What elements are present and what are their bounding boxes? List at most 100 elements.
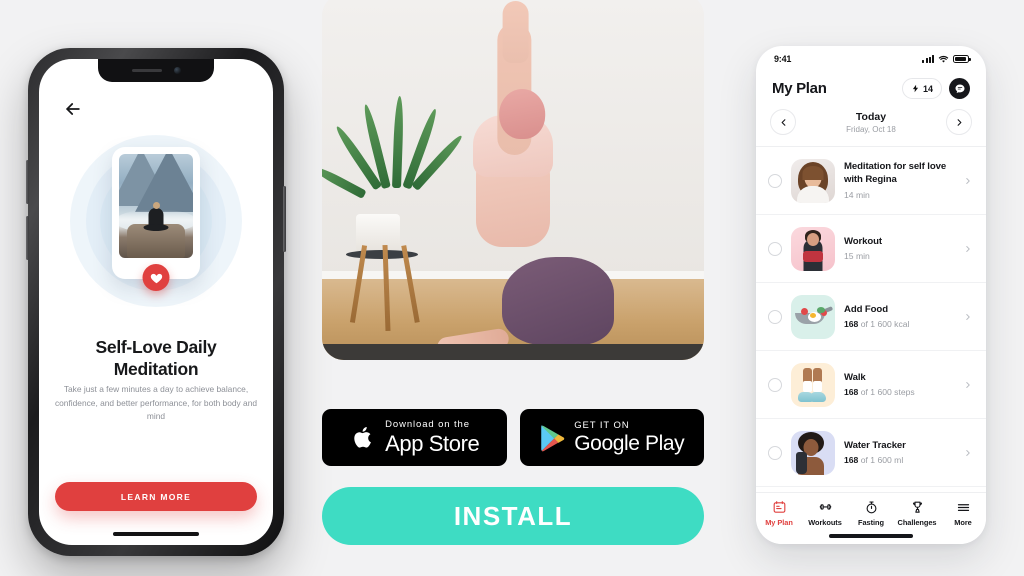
streak-badge[interactable]: 14 <box>901 78 942 99</box>
meditation-photo <box>119 154 193 258</box>
power-button[interactable] <box>283 186 286 252</box>
signal-bars-icon <box>922 55 934 63</box>
list-item[interactable]: Add Food 168 of 1 600 kcal <box>756 283 986 351</box>
google-play-badge[interactable]: GET IT ON Google Play <box>519 409 704 466</box>
tab-workouts[interactable]: Workouts <box>802 500 848 527</box>
google-play-logo-icon <box>541 424 565 451</box>
tab-label: Challenges <box>897 518 937 527</box>
item-title: Meditation for self love with Regina <box>844 161 947 185</box>
volume-up-button[interactable] <box>26 160 29 204</box>
item-thumbnail <box>791 430 835 475</box>
chevron-right-icon[interactable] <box>963 312 973 322</box>
speaker-grille-icon <box>131 68 162 73</box>
back-arrow-icon[interactable] <box>63 99 83 119</box>
page-subtitle: Take just a few minutes a day to achieve… <box>54 384 258 422</box>
timer-icon <box>866 501 876 514</box>
store-badges-row: Download on the App Store GET IT ON Goog… <box>322 409 704 466</box>
app-store-small-label: Download on the <box>385 419 470 431</box>
trophy-icon <box>912 501 922 513</box>
list-item[interactable]: Workout 15 min <box>756 215 986 283</box>
chevron-right-icon[interactable] <box>963 448 973 458</box>
install-button[interactable]: INSTALL <box>322 487 704 545</box>
tab-challenges[interactable]: Challenges <box>894 500 940 527</box>
chevron-left-icon[interactable] <box>770 109 796 135</box>
item-meta: 168 of 1 600 ml <box>844 455 954 465</box>
item-meta-rest: of 1 600 kcal <box>858 319 910 330</box>
volume-down-button[interactable] <box>26 216 29 260</box>
list-item[interactable]: Water Tracker 168 of 1 600 ml <box>756 419 986 487</box>
item-title: Water Tracker <box>844 439 906 451</box>
page-title: Self-Love Daily Meditation <box>95 337 217 379</box>
item-checkbox[interactable] <box>768 377 782 392</box>
date-full: Friday, Oct 18 <box>846 124 896 134</box>
chevron-right-icon[interactable] <box>963 380 973 390</box>
item-meta: 14 min <box>844 190 954 200</box>
app-store-big-label: App Store <box>385 430 480 456</box>
item-checkbox[interactable] <box>768 309 782 324</box>
battery-icon <box>953 55 971 63</box>
tab-label: My Plan <box>765 518 793 527</box>
item-thumbnail <box>791 362 835 407</box>
hero-yoga-photo <box>322 0 704 360</box>
status-bar: 9:41 <box>756 46 986 72</box>
left-phone-mockup: Self-Love Daily Meditation Take just a f… <box>26 48 286 556</box>
chevron-right-icon[interactable] <box>963 244 973 254</box>
list-item[interactable]: Walk 168 of 1 600 steps <box>756 351 986 419</box>
dumbbell-icon <box>819 504 831 510</box>
tab-label: Workouts <box>808 518 842 527</box>
chat-bubble-icon[interactable] <box>949 78 970 99</box>
date-navigation: Today Friday, Oct 18 <box>756 109 986 147</box>
item-meta: 15 min <box>844 251 954 261</box>
heart-icon[interactable] <box>142 264 170 291</box>
date-label: Today <box>855 110 887 123</box>
item-meta-rest: of 1 600 steps <box>858 387 915 398</box>
item-meta: 168 of 1 600 steps <box>844 387 954 397</box>
tab-label: More <box>954 518 972 527</box>
wifi-icon <box>938 55 949 63</box>
item-meta-rest: 14 min <box>844 189 870 200</box>
tab-my-plan[interactable]: My Plan <box>756 500 802 527</box>
item-meta-value: 168 <box>844 319 859 330</box>
plan-list: Meditation for self love with Regina 14 … <box>756 147 986 487</box>
app-title: My Plan <box>772 80 827 97</box>
home-indicator <box>829 534 913 538</box>
chevron-right-icon[interactable] <box>963 176 973 186</box>
tab-more[interactable]: More <box>940 500 986 527</box>
home-indicator <box>113 532 199 536</box>
lightning-bolt-icon <box>912 84 919 93</box>
app-header: My Plan 14 <box>756 72 986 109</box>
center-column: Download on the App Store GET IT ON Goog… <box>322 0 704 576</box>
front-camera-icon <box>173 67 181 74</box>
item-thumbnail <box>791 294 835 339</box>
meditation-card[interactable] <box>112 147 200 291</box>
chevron-right-icon[interactable] <box>946 109 972 135</box>
item-thumbnail <box>791 158 835 203</box>
item-meta-value: 168 <box>844 455 859 466</box>
my-plan-icon <box>773 501 785 513</box>
item-meta-value: 168 <box>844 387 859 398</box>
google-play-big-label: Google Play <box>574 432 685 456</box>
tab-label: Fasting <box>858 518 884 527</box>
phone-notch <box>98 59 214 82</box>
status-time: 9:41 <box>774 54 792 64</box>
left-phone-screen: Self-Love Daily Meditation Take just a f… <box>39 59 273 545</box>
item-checkbox[interactable] <box>768 445 782 460</box>
item-title: Walk <box>844 371 866 383</box>
item-title: Add Food <box>844 303 888 315</box>
item-meta-rest: 15 min <box>844 251 870 262</box>
hamburger-icon <box>957 504 969 511</box>
app-store-badge[interactable]: Download on the App Store <box>322 409 507 466</box>
item-title: Workout <box>844 235 883 247</box>
right-phone-mockup: 9:41 My Plan 14 Today Friday, Oct 18 Med… <box>756 46 986 544</box>
item-meta: 168 of 1 600 kcal <box>844 319 954 329</box>
item-checkbox[interactable] <box>768 241 782 256</box>
list-item[interactable]: Meditation for self love with Regina 14 … <box>756 147 986 215</box>
learn-more-button[interactable]: LEARN MORE <box>55 482 257 511</box>
item-thumbnail <box>791 226 835 271</box>
tab-fasting[interactable]: Fasting <box>848 500 894 527</box>
item-checkbox[interactable] <box>768 173 782 188</box>
apple-logo-icon <box>354 427 372 448</box>
item-meta-rest: of 1 600 ml <box>858 455 904 466</box>
google-play-small-label: GET IT ON <box>574 419 630 431</box>
streak-count: 14 <box>922 83 933 94</box>
